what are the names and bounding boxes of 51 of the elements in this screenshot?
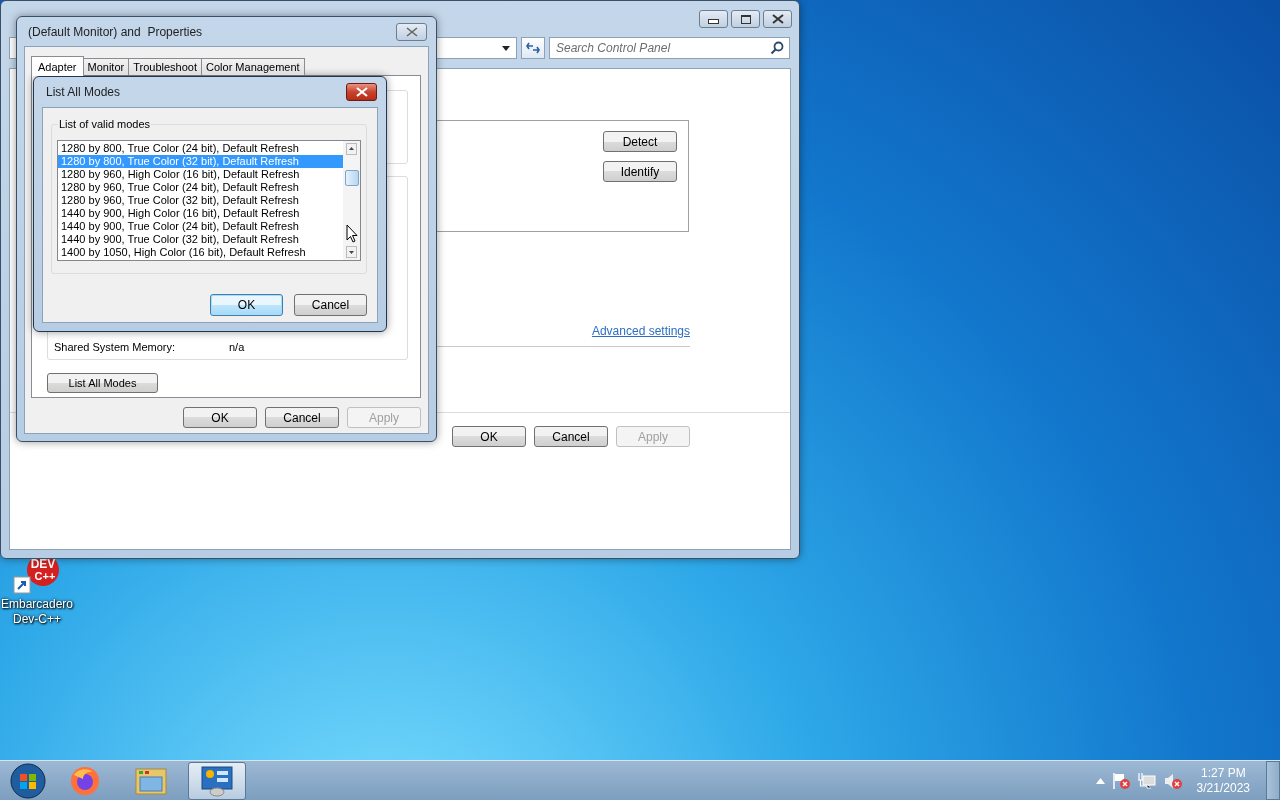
dialog-button[interactable]: OK [210,294,283,316]
minimize-button[interactable] [699,10,728,28]
refresh-button[interactable] [521,37,545,59]
list-all-modes-button[interactable]: List All Modes [47,373,158,393]
refresh-icon [526,42,540,54]
scrollbar[interactable] [343,141,360,260]
scrollbar-thumb[interactable] [344,169,359,186]
group-label: List of valid modes [58,118,152,130]
field-value: n/a [229,341,245,353]
tab[interactable]: Monitor [82,58,130,75]
tab[interactable]: Color Management [201,58,305,75]
scroll-down-icon[interactable] [346,246,357,258]
dialog-button[interactable]: Cancel [534,426,608,447]
mouse-pointer-icon [346,224,358,243]
dialog-button[interactable]: OK [183,407,257,428]
list-item[interactable]: 1440 by 900, True Color (32 bit), Default Refresh [58,233,343,246]
list-item[interactable]: 1280 by 800, True Color (24 bit), Default Refresh [58,142,343,155]
search-field[interactable]: Search Control Panel [549,37,790,59]
window-title: (Default Monitor) and Properties [27,24,203,39]
browser-icon [69,764,101,797]
list-item[interactable]: 1440 by 900, True Color (24 bit), Default Refresh [58,220,343,233]
maximize-button[interactable] [731,10,760,28]
list-item[interactable]: 1400 by 1050, High Color (16 bit), Default Refresh [58,246,343,259]
advanced-settings-link[interactable]: Advanced settings [591,324,690,338]
search-icon[interactable] [770,41,784,55]
display-button[interactable]: Detect [603,131,677,152]
dialog-button[interactable]: Cancel [265,407,339,428]
scroll-up-icon[interactable] [346,143,357,155]
list-item[interactable]: 1280 by 960, True Color (24 bit), Default Refresh [58,181,343,194]
list-item[interactable]: 1440 by 900, High Color (16 bit), Default Refresh [58,207,343,220]
window-title: List All Modes [45,85,121,99]
list-item[interactable]: 1280 by 960, True Color (32 bit), Default Refresh [58,194,343,207]
control-panel-icon [200,764,234,797]
folder-icon [135,766,167,795]
close-icon [355,87,368,97]
list-item[interactable]: 1280 by 960, High Color (16 bit), Default Refresh [58,168,343,181]
dialog-button[interactable]: OK [452,426,526,447]
field-label: Shared System Memory: [54,341,177,353]
close-icon [771,14,784,24]
taskbar-app-button[interactable] [188,761,246,800]
close-icon [405,26,418,37]
tab[interactable]: Troubleshoot [128,58,203,75]
dropdown-arrow-icon[interactable] [502,45,510,51]
tab[interactable]: Adapter [31,56,84,76]
close-button[interactable] [346,83,377,101]
dialog-button[interactable]: Cancel [294,294,367,316]
display-button[interactable]: Identify [603,161,677,182]
speaker-muted-icon[interactable] [1162,771,1183,790]
flag-warning-icon[interactable] [1110,771,1131,790]
start-button[interactable] [8,761,48,800]
close-button[interactable] [763,10,792,28]
